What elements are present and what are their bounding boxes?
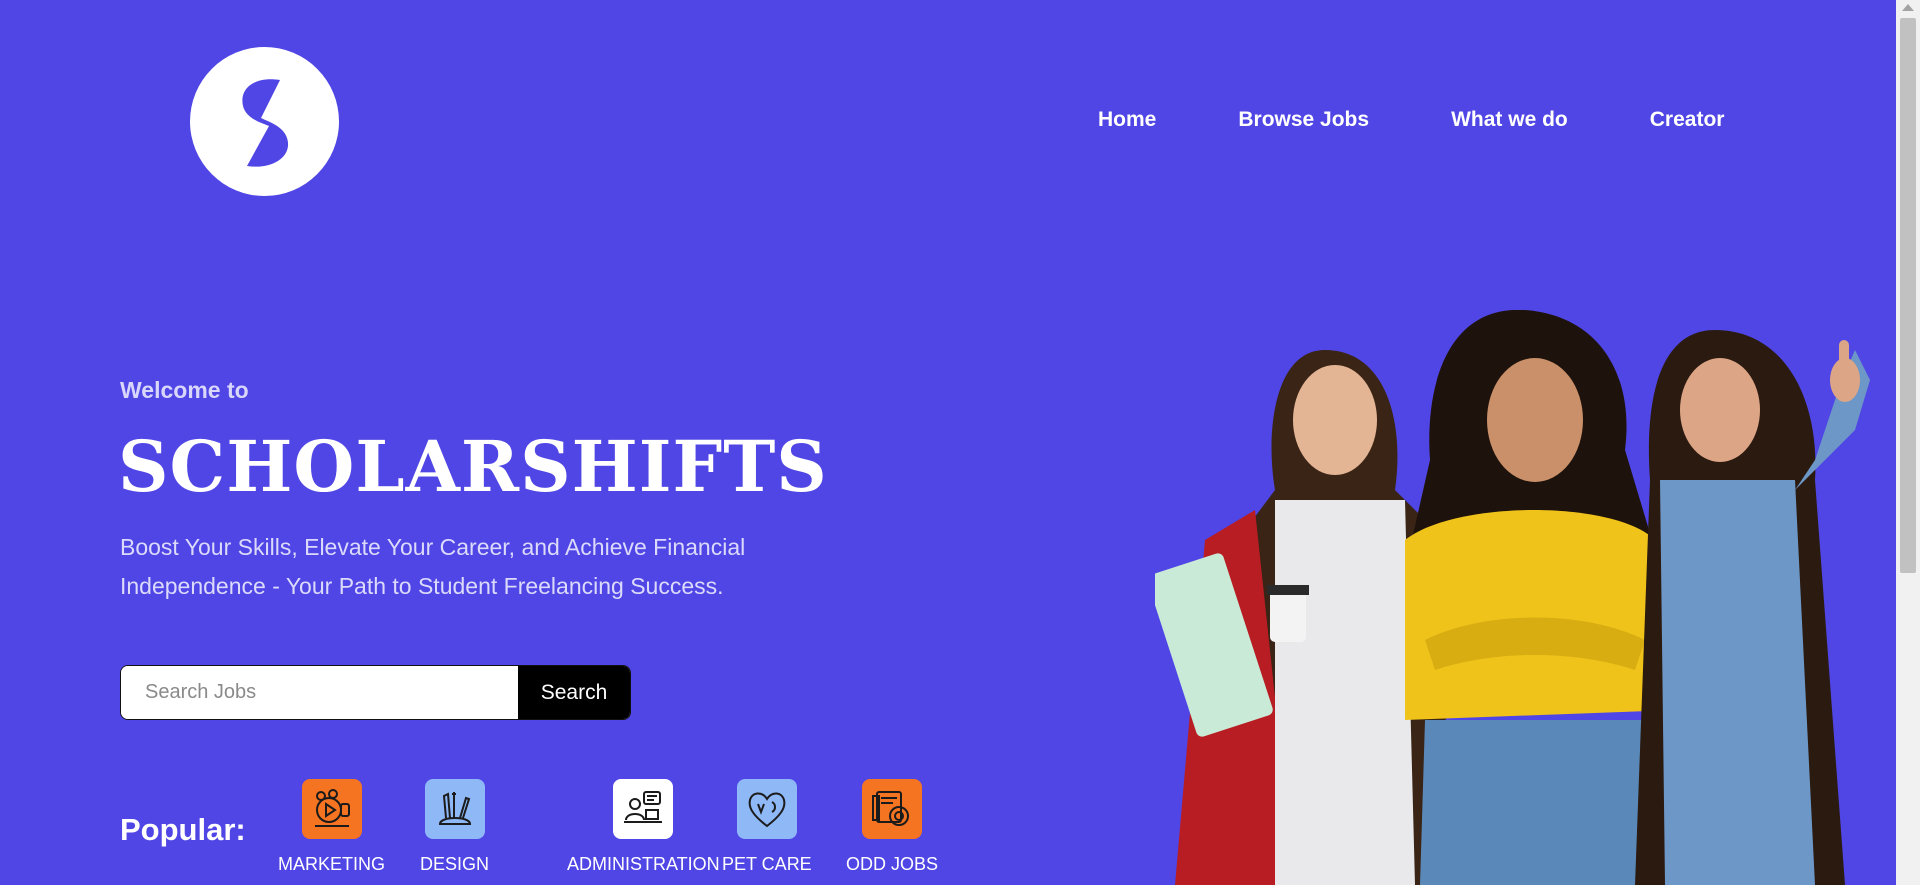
welcome-text: Welcome to [120,377,249,403]
category-label: ADMINISTRATION [567,854,720,874]
search-button[interactable]: Search [518,666,630,719]
popular-categories: MARKETING DESIGN ADMINISTRATION PET CARE [0,779,1000,885]
nav-browse-jobs[interactable]: Browse Jobs [1238,108,1369,132]
site-logo[interactable] [190,47,339,196]
job-search-form: Search [120,665,631,720]
category-marketing[interactable]: MARKETING [278,779,385,875]
marketing-video-icon [301,779,362,839]
main-nav: Home Browse Jobs What we do Creator [1098,108,1724,132]
pet-heart-icon [736,779,797,839]
logo-s-icon [241,78,288,167]
scroll-up-icon[interactable] [1902,4,1914,11]
category-administration[interactable]: ADMINISTRATION [567,779,720,875]
category-design[interactable]: DESIGN [420,779,489,875]
student-middle [1405,310,1675,885]
odd-jobs-icon [862,779,922,839]
category-odd-jobs[interactable]: ODD JOBS [846,779,938,875]
brand-title: SCHOLARSHIFTS [118,425,828,508]
category-label: MARKETING [278,854,386,874]
student-right [1635,330,1870,885]
tagline-line-1: Boost Your Skills, Elevate Your Career, … [120,534,746,560]
category-label: DESIGN [420,854,490,874]
scrollbar-thumb[interactable] [1900,18,1916,573]
search-input[interactable] [121,666,518,719]
nav-what-we-do[interactable]: What we do [1451,108,1568,132]
tagline-line-2: Independence - Your Path to Student Free… [120,573,724,599]
category-pet-care[interactable]: PET CARE [722,779,812,875]
category-label: PET CARE [722,854,812,874]
nav-home[interactable]: Home [1098,108,1156,132]
hero-students-image [1155,310,1870,885]
category-label: ODD JOBS [846,854,939,874]
design-tools-icon [424,779,485,839]
administration-desk-icon [613,779,674,839]
tagline: Boost Your Skills, Elevate Your Career, … [120,528,820,606]
page-scrollbar[interactable] [1896,0,1920,885]
nav-creator[interactable]: Creator [1650,108,1725,132]
